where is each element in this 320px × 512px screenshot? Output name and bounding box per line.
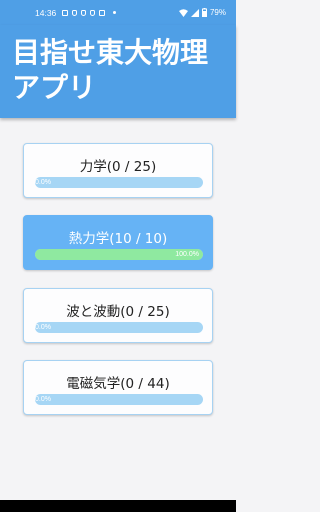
progress-text: 0.0% [35, 324, 51, 331]
category-card-thermodynamics[interactable]: 熱力学(10 / 10) 100.0% [23, 215, 213, 270]
battery-level: 79% [209, 8, 226, 17]
sim-icon [90, 9, 96, 16]
signal-icon [190, 8, 199, 17]
system-nav-bar [0, 500, 236, 512]
sim-icon [72, 9, 78, 16]
app-header: 目指せ東大物理アプリ [0, 25, 236, 118]
mail-icon [99, 9, 106, 16]
notification-dot-icon [113, 11, 117, 14]
wifi-icon [178, 8, 188, 17]
category-card-waves[interactable]: 波と波動(0 / 25) 0.0% [23, 288, 213, 343]
progress-bar: 0.0% [35, 322, 203, 333]
message-icon [62, 9, 69, 16]
progress-text: 0.0% [35, 396, 51, 403]
progress-text: 0.0% [35, 179, 51, 186]
category-card-electromagnetism[interactable]: 電磁気学(0 / 44) 0.0% [23, 360, 213, 415]
page-title: 目指せ東大物理アプリ [12, 36, 209, 104]
battery-icon [201, 8, 207, 17]
category-label: 波と波動(0 / 25) [66, 304, 170, 320]
category-card-mechanics[interactable]: 力学(0 / 25) 0.0% [23, 143, 213, 198]
sim-icon [81, 9, 87, 16]
progress-bar: 100.0% [35, 249, 203, 260]
progress-bar: 0.0% [35, 394, 203, 405]
status-bar: 14:36 79% [0, 0, 236, 25]
category-label: 力学(0 / 25) [79, 159, 157, 175]
progress-text: 100.0% [175, 251, 199, 258]
category-label: 電磁気学(0 / 44) [66, 376, 170, 392]
progress-bar: 0.0% [35, 177, 203, 188]
status-time: 14:36 [35, 7, 57, 18]
category-label: 熱力学(10 / 10) [68, 231, 168, 247]
